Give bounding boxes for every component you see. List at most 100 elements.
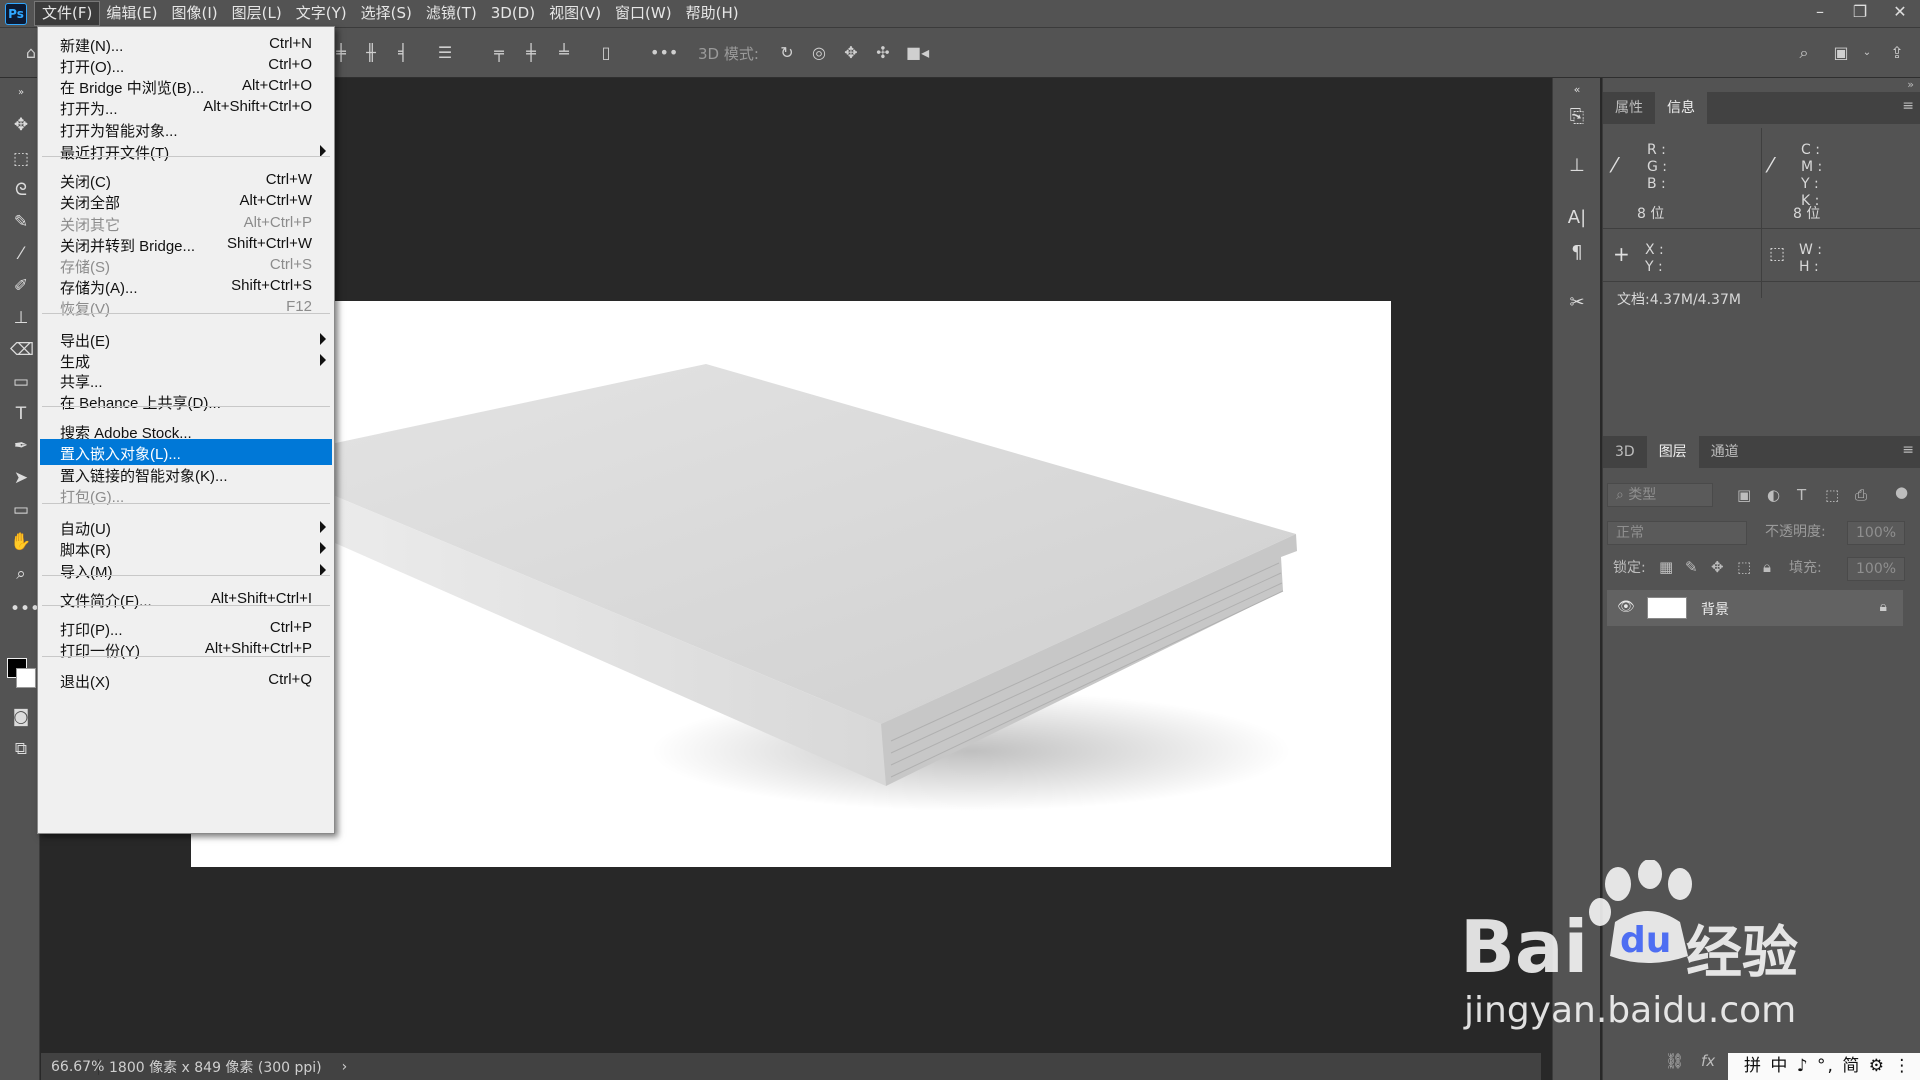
quick-select-tool-icon[interactable]: ✎ <box>10 211 32 233</box>
blend-mode-select[interactable]: 正常 <box>1607 521 1747 545</box>
eye-icon[interactable]: 👁︎ <box>1617 599 1635 615</box>
status-bar: 66.67% 1800 像素 x 849 像素 (300 ppi) › <box>41 1053 1541 1080</box>
file-menu-item[interactable]: 在 Behance 上共享(D)... <box>40 388 332 414</box>
menu-separator <box>42 605 330 606</box>
lock-pixels-icon[interactable]: ✎ <box>1685 558 1698 576</box>
file-menu-item[interactable]: 文件简介(F)... Alt+Shift+Ctrl+I <box>40 586 332 612</box>
menu-item[interactable]: 图像(I) <box>165 2 225 25</box>
menu-item[interactable]: 3D(D) <box>484 2 542 25</box>
share-icon[interactable]: ⇪ <box>1886 42 1908 64</box>
distribute-vertical-icon[interactable]: ▯ <box>595 42 617 64</box>
panel-menu-icon[interactable]: ≡ <box>1902 442 1914 458</box>
panel-menu-icon[interactable]: ≡ <box>1902 98 1914 114</box>
collapse-icon[interactable]: » <box>1907 78 1914 91</box>
stamp-tool-icon[interactable]: ⊥ <box>10 307 32 329</box>
align-bottom-icon[interactable]: ╧ <box>553 42 575 64</box>
filter-adjustment-icon[interactable]: ◐ <box>1767 486 1780 504</box>
crosshair-icon: + <box>1613 242 1630 266</box>
restore-icon[interactable]: ❐ <box>1840 0 1880 27</box>
screen-mode-icon[interactable]: ⧉ <box>10 738 32 760</box>
file-menu-item[interactable]: 打印一份(Y) Alt+Shift+Ctrl+P <box>40 636 332 662</box>
3d-pan-icon[interactable]: ✥ <box>840 42 862 64</box>
quick-mask-icon[interactable]: ◙ <box>10 706 32 728</box>
tab-channels[interactable]: 通道 <box>1699 436 1751 468</box>
ime-toolbar[interactable]: 拼 中 ♪ °, 简 ⚙ ⋮ <box>1728 1053 1920 1080</box>
minimize-icon[interactable]: – <box>1800 0 1840 27</box>
type-tool-icon[interactable]: T <box>10 403 32 425</box>
move-tool-icon[interactable]: ✥ <box>10 114 32 136</box>
fill-input[interactable]: 100% <box>1847 557 1905 581</box>
opacity-input[interactable]: 100% <box>1847 521 1905 545</box>
submenu-arrow-icon <box>320 354 326 366</box>
lasso-tool-icon[interactable]: ᘓ <box>10 179 32 201</box>
3d-slide-icon[interactable]: ✣ <box>872 42 894 64</box>
path-select-tool-icon[interactable]: ➤ <box>10 467 32 489</box>
align-middle-icon[interactable]: ╫ <box>360 42 382 64</box>
gradient-tool-icon[interactable]: ▭ <box>10 371 32 393</box>
clone-source-icon[interactable]: ⊥ <box>1565 154 1589 178</box>
menu-item[interactable]: 滤镜(T) <box>419 2 484 25</box>
eraser-tool-icon[interactable]: ⌫ <box>10 339 34 361</box>
align-top-icon[interactable]: ╤ <box>488 42 510 64</box>
character-icon[interactable]: A| <box>1565 206 1589 230</box>
menu-item[interactable]: 图层(L) <box>225 2 289 25</box>
menu-item[interactable]: 文字(Y) <box>289 2 354 25</box>
layer-row[interactable]: 👁︎ 背景 🔒︎ <box>1607 590 1903 626</box>
close-icon[interactable]: ✕ <box>1880 0 1920 27</box>
rectangle-tool-icon[interactable]: ▭ <box>10 499 32 521</box>
menu-item[interactable]: 帮助(H) <box>679 2 746 25</box>
menu-item-shortcut: Alt+Shift+Ctrl+O <box>203 98 312 115</box>
tab-info[interactable]: 信息 <box>1655 92 1707 124</box>
file-menu-item[interactable]: 导入(M) <box>40 557 332 583</box>
file-menu-item[interactable]: 退出(X) Ctrl+Q <box>40 667 332 693</box>
lock-position-icon[interactable]: ✥ <box>1711 558 1724 576</box>
3d-roll-icon[interactable]: ◎ <box>808 42 830 64</box>
hand-tool-icon[interactable]: ✋ <box>10 531 32 553</box>
tab-properties[interactable]: 属性 <box>1603 92 1655 124</box>
align-right-icon[interactable]: ╡ <box>392 42 414 64</box>
zoom-tool-icon[interactable]: ⌕ <box>10 563 32 585</box>
filter-shape-icon[interactable]: ⬚ <box>1825 486 1839 504</box>
filter-pixel-icon[interactable]: ▣ <box>1737 486 1751 504</box>
file-menu-item[interactable]: 最近打开文件(T) <box>40 138 332 164</box>
more-options-icon[interactable]: ••• <box>650 42 678 64</box>
photoshop-logo-icon: Ps <box>5 2 27 25</box>
lock-artboard-icon[interactable]: ⬚ <box>1737 558 1751 576</box>
background-color-swatch[interactable] <box>16 668 36 688</box>
search-icon[interactable]: ⌕ <box>1793 42 1815 64</box>
collapse-icon[interactable]: » <box>10 82 32 104</box>
marquee-tool-icon[interactable]: ⬚ <box>10 148 32 170</box>
filter-type-icon[interactable]: T <box>1797 486 1806 504</box>
history-icon[interactable]: ⎘ <box>1565 105 1589 129</box>
menu-item[interactable]: 视图(V) <box>542 2 608 25</box>
paragraph-icon[interactable]: ¶ <box>1565 241 1589 265</box>
zoom-level[interactable]: 66.67% <box>41 1058 104 1075</box>
tab-3d[interactable]: 3D <box>1603 436 1647 468</box>
tab-layers[interactable]: 图层 <box>1646 436 1699 468</box>
lock-all-icon[interactable]: 🔒︎ <box>1763 558 1771 576</box>
document-canvas[interactable] <box>191 301 1391 867</box>
chevron-down-icon[interactable]: ⌄ <box>1856 42 1878 64</box>
eyedropper-tool-icon[interactable]: ⁄ <box>10 243 32 265</box>
menu-item[interactable]: 文件(F) <box>33 1 101 26</box>
collapse-icon[interactable]: « <box>1565 78 1589 102</box>
workspace-icon[interactable]: ▣ <box>1830 42 1852 64</box>
fx-icon[interactable]: fx <box>1701 1052 1715 1070</box>
menu-item[interactable]: 窗口(W) <box>608 2 679 25</box>
status-menu-arrow[interactable]: › <box>332 1059 358 1075</box>
filter-smart-object-icon[interactable]: ⎙ <box>1855 486 1867 504</box>
align-vertical-center-icon[interactable]: ╪ <box>520 42 542 64</box>
pen-tool-icon[interactable]: ✒ <box>10 435 32 457</box>
more-tools-icon[interactable]: ••• <box>10 598 40 620</box>
3d-scale-icon[interactable]: ■◂ <box>906 42 929 64</box>
menu-item[interactable]: 选择(S) <box>354 2 419 25</box>
lock-transparent-icon[interactable]: ▦ <box>1659 558 1673 576</box>
menu-item[interactable]: 编辑(E) <box>99 2 164 25</box>
brush-tool-icon[interactable]: ✐ <box>10 275 32 297</box>
tools-icon[interactable]: ✂ <box>1565 291 1589 315</box>
layer-filter-select[interactable]: ⌕ 类型 <box>1607 483 1713 507</box>
filter-toggle-icon[interactable]: ● <box>1895 483 1908 501</box>
distribute-icon[interactable]: ☰ <box>434 42 456 64</box>
link-layers-icon[interactable]: ⛓ <box>1665 1052 1684 1070</box>
3d-orbit-icon[interactable]: ↻ <box>776 42 798 64</box>
